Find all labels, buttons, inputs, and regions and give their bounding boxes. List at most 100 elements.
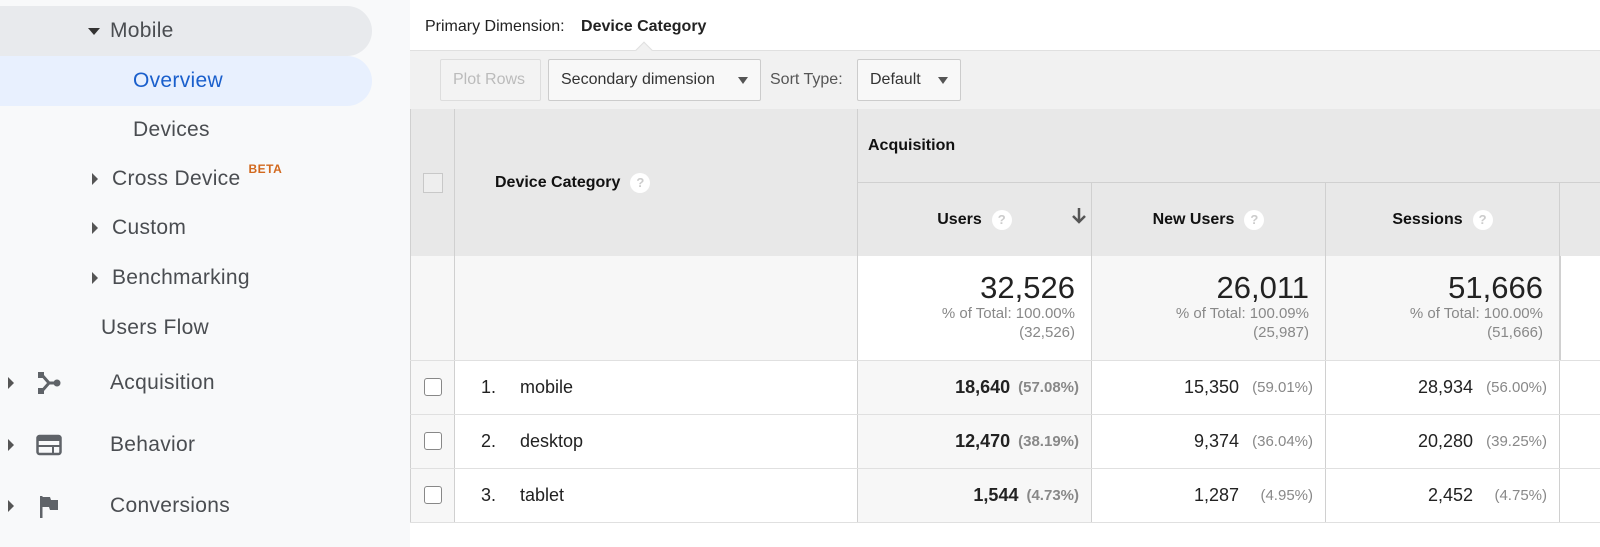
header-filler [1560, 183, 1600, 256]
row-divider [410, 360, 1600, 361]
row-checkbox[interactable] [423, 378, 442, 396]
metric-value: 20,280 [1417, 430, 1473, 451]
flag-icon [36, 493, 62, 519]
column-header-label: New Users [1152, 210, 1235, 228]
sidebar-item-custom[interactable]: Custom [0, 203, 372, 253]
column-header-label: Users [937, 210, 982, 228]
column-header-new-users[interactable]: New Users ? [1092, 183, 1326, 256]
totals-spacer [410, 256, 455, 360]
sidebar-item-label: Users Flow [101, 316, 210, 339]
help-icon[interactable]: ? [991, 209, 1012, 230]
metric-percent: (4.73%) [1026, 486, 1079, 504]
secondary-dimension-dropdown[interactable]: Secondary dimension [548, 59, 761, 101]
help-icon[interactable]: ? [1472, 209, 1493, 230]
sidebar-item-behavior[interactable]: Behavior [0, 420, 372, 470]
secondary-dimension-label: Secondary dimension [561, 71, 715, 88]
sidebar-item-label: Acquisition [110, 371, 215, 394]
caret-down-icon [88, 27, 100, 35]
column-header-label: Sessions [1392, 210, 1463, 228]
sessions-cell: 20,280 (39.25%) [1326, 414, 1560, 468]
metric-value: 15,350 [1183, 376, 1239, 397]
total-absolute: (32,526) [1019, 324, 1075, 341]
metric-value: 12,470 [955, 430, 1011, 451]
dimension-value-link[interactable]: desktop [520, 431, 583, 452]
sidebar-item-label: Devices [133, 118, 210, 141]
dimension-cell: 2. desktop [455, 414, 858, 468]
row-checkbox-cell [410, 468, 455, 522]
total-value: 51,666 [1448, 270, 1543, 305]
row-index: 2. [481, 430, 497, 451]
sidebar-item-overview[interactable]: Overview [0, 56, 372, 106]
row-filler [1560, 414, 1600, 468]
row-divider [410, 522, 1600, 523]
metric-value: 18,640 [955, 376, 1011, 397]
sidebar-item-users-flow[interactable]: Users Flow [0, 303, 372, 353]
sidebar-item-mobile[interactable]: Mobile [0, 6, 372, 56]
dropdown-caret-icon [938, 76, 948, 84]
dimension-header[interactable]: Device Category ? [455, 109, 858, 256]
table-toolbar: Plot Rows Secondary dimension Sort Type:… [410, 50, 1600, 109]
caret-right-icon [8, 500, 14, 512]
sidebar-item-cross-device[interactable]: Cross Device BETA [0, 154, 372, 204]
dimension-value-link[interactable]: tablet [520, 485, 564, 506]
sidebar-item-label: Conversions [110, 494, 231, 517]
column-header-sessions[interactable]: Sessions ? [1326, 183, 1560, 256]
total-sessions: 51,666 % of Total: 100.00% (51,666) [1326, 256, 1560, 360]
new-users-cell: 9,374 (36.04%) [1092, 414, 1326, 468]
sort-type-dropdown[interactable]: Default [857, 59, 961, 101]
metric-percent: (56.00%) [1486, 378, 1547, 396]
users-cell: 12,470 (38.19%) [858, 414, 1092, 468]
beta-badge: BETA [248, 162, 283, 176]
dimension-cell: 1. mobile [455, 360, 858, 414]
metric-value: 28,934 [1417, 376, 1473, 397]
new-users-cell: 15,350 (59.01%) [1092, 360, 1326, 414]
acquisition-icon [36, 370, 62, 396]
total-percent: % of Total: 100.00% [941, 305, 1075, 322]
select-all-checkbox[interactable] [422, 172, 443, 193]
metric-percent: (38.19%) [1018, 432, 1079, 450]
metric-percent: (39.25%) [1486, 432, 1547, 450]
total-value: 26,011 [1216, 270, 1309, 305]
caret-right-icon [92, 222, 98, 234]
sort-descending-icon[interactable] [1071, 207, 1087, 230]
row-checkbox[interactable] [423, 486, 442, 504]
help-icon[interactable]: ? [630, 172, 651, 193]
metric-percent: (59.01%) [1252, 378, 1313, 396]
column-header-users[interactable]: Users ? [858, 183, 1092, 256]
total-percent: % of Total: 100.00% [1409, 305, 1543, 322]
sidebar: Mobile Overview Devices Cross Device BET… [0, 0, 410, 547]
acquisition-group-label: Acquisition [868, 136, 956, 154]
sidebar-item-label: Behavior [110, 433, 196, 456]
sidebar-item-acquisition[interactable]: Acquisition [0, 358, 372, 408]
caret-right-icon [8, 377, 14, 389]
caret-right-icon [92, 272, 98, 284]
row-checkbox[interactable] [423, 432, 442, 450]
sidebar-item-label: Mobile [110, 19, 174, 42]
metric-percent: (57.08%) [1018, 378, 1079, 396]
metric-value: 9,374 [1193, 430, 1239, 451]
primary-dimension: Primary Dimension: Device Category [425, 18, 706, 36]
dimension-header-label: Device Category [495, 173, 621, 191]
metric-percent: (4.75%) [1494, 486, 1547, 504]
acquisition-group-header: Acquisition [858, 109, 1600, 183]
caret-right-icon [8, 439, 14, 451]
sidebar-item-conversions[interactable]: Conversions [0, 481, 372, 531]
sidebar-item-devices[interactable]: Devices [0, 105, 372, 155]
row-filler [1560, 360, 1600, 414]
metric-value: 1,544 [973, 484, 1019, 505]
plot-rows-button[interactable]: Plot Rows [440, 59, 541, 101]
metric-value: 2,452 [1427, 484, 1473, 505]
total-absolute: (51,666) [1487, 324, 1543, 341]
row-divider [410, 468, 1600, 469]
dimension-value-link[interactable]: mobile [520, 377, 573, 398]
sort-type-label: Sort Type: [770, 71, 843, 88]
total-value: 32,526 [980, 270, 1075, 305]
new-users-cell: 1,287 (4.95%) [1092, 468, 1326, 522]
primary-dimension-value[interactable]: Device Category [581, 18, 706, 35]
help-icon[interactable]: ? [1244, 209, 1265, 230]
sidebar-item-benchmarking[interactable]: Benchmarking [0, 253, 372, 303]
sort-type-value: Default [870, 71, 921, 88]
sidebar-item-label: Cross Device [112, 167, 241, 190]
total-users: 32,526 % of Total: 100.00% (32,526) [858, 256, 1092, 360]
dropdown-caret-icon [738, 76, 748, 84]
